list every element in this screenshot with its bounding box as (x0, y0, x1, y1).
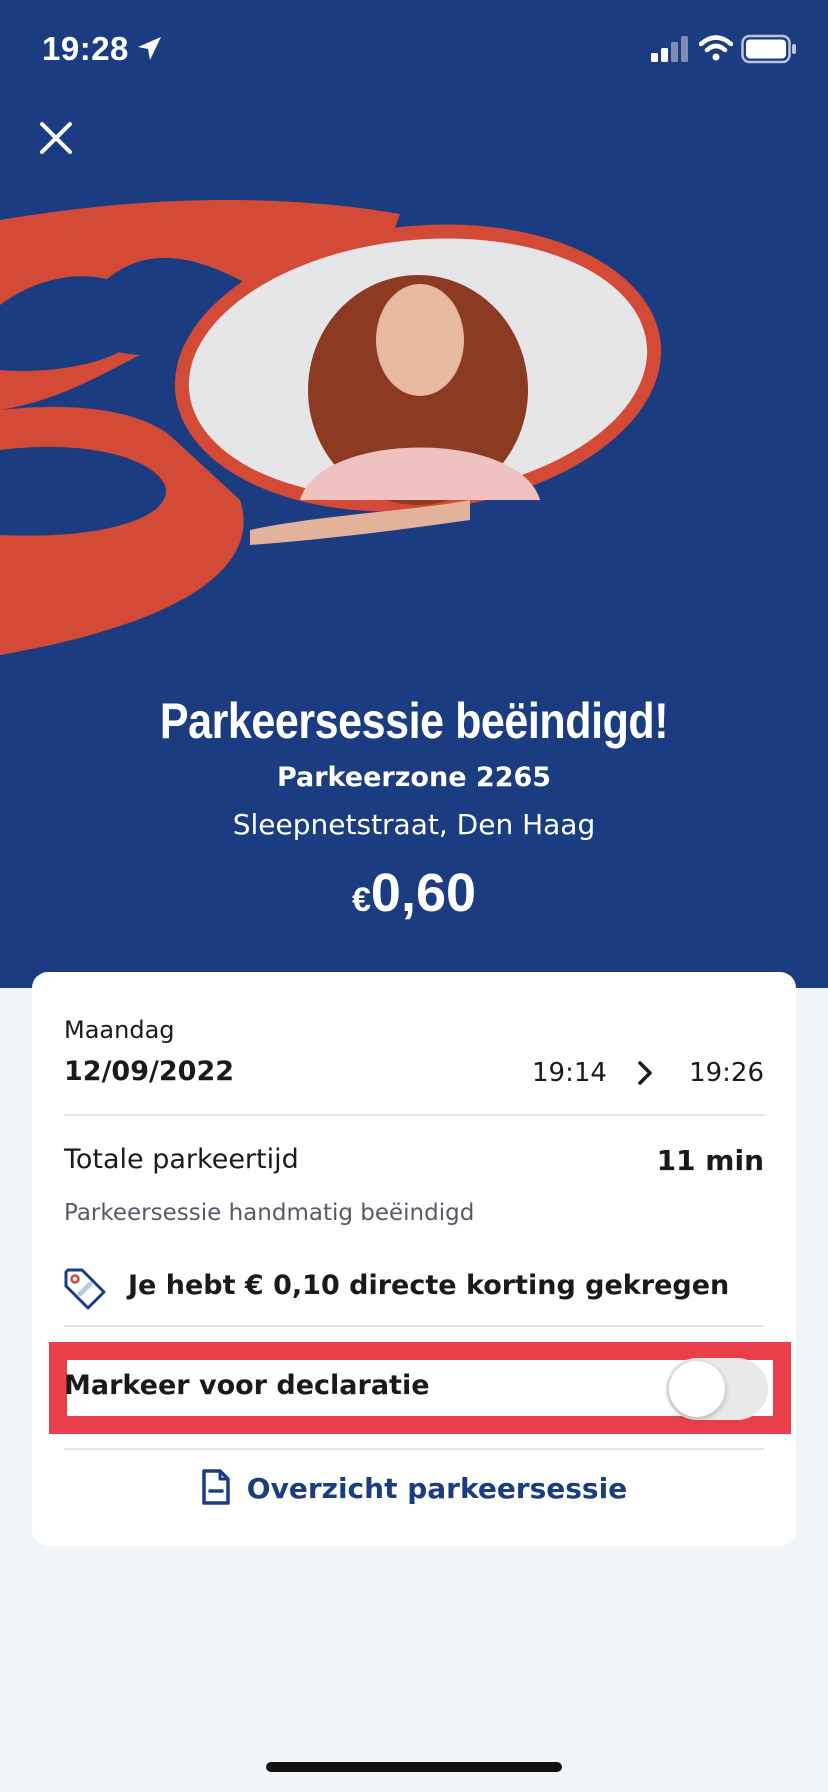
brand-illustration (0, 200, 662, 655)
start-time: 19:14 (532, 1058, 607, 1088)
session-overview-link[interactable]: Overzicht parkeersessie (32, 1469, 796, 1506)
total-parking-time-label: Totale parkeertijd (64, 1144, 299, 1175)
session-details-card: Maandag 12/09/2022 19:14 19:26 Totale pa… (32, 972, 796, 1546)
divider (64, 1114, 764, 1116)
total-parking-time-value: 11 min (656, 1144, 764, 1177)
session-price: €0,60 (0, 862, 828, 924)
price-currency: € (351, 881, 371, 919)
wifi-icon (699, 35, 733, 61)
price-amount: 0,60 (370, 863, 477, 923)
chevron-right-icon (638, 1061, 652, 1085)
divider (64, 1325, 764, 1327)
session-ended-note: Parkeersessie handmatig beëindigd (64, 1200, 475, 1226)
cellular-signal-icon (651, 36, 688, 62)
session-day: Maandag (64, 1016, 175, 1044)
end-time: 19:26 (689, 1058, 764, 1088)
close-icon[interactable] (36, 118, 76, 158)
home-indicator[interactable] (266, 1762, 562, 1772)
parking-zone: Parkeerzone 2265 (276, 762, 552, 793)
status-bar: 19:28 (0, 0, 828, 100)
discount-message: Je hebt € 0,10 directe korting gekregen (128, 1270, 730, 1301)
session-overview-label: Overzicht parkeersessie (246, 1472, 628, 1505)
status-time: 19:28 (42, 30, 129, 67)
declare-label: Markeer voor declaratie (64, 1370, 430, 1401)
divider (64, 1448, 764, 1450)
toggle-knob (669, 1361, 725, 1417)
discount-tag-icon (64, 1268, 106, 1310)
session-date: 12/09/2022 (64, 1056, 235, 1087)
document-icon (202, 1469, 230, 1505)
parking-address: Sleepnetstraat, Den Haag (232, 808, 596, 841)
page-title: Parkeersessie beëindigd! (159, 693, 669, 749)
hero-header: 19:28 Parkeersessie beëindigd! Parkeerzo… (0, 0, 828, 988)
location-arrow-icon (138, 37, 161, 60)
declare-toggle[interactable] (666, 1358, 768, 1420)
battery-icon (741, 34, 796, 64)
